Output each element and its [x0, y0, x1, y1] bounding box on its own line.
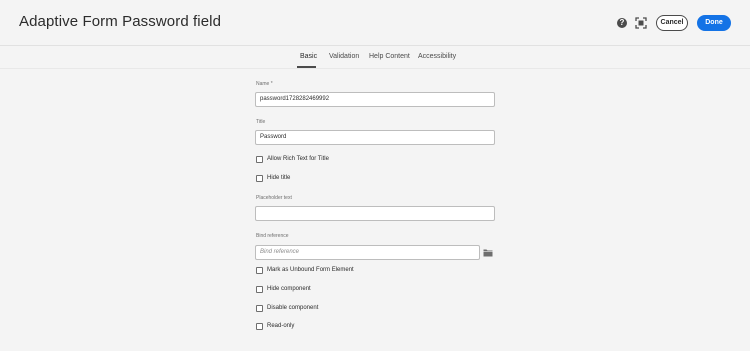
checkbox-label: Hide title — [267, 175, 291, 181]
cancel-button[interactable]: Cancel — [656, 15, 688, 31]
title-field[interactable]: Password — [255, 130, 495, 145]
checkbox-box[interactable] — [256, 267, 263, 274]
tab-bar: Basic Validation Help Content Accessibil… — [0, 46, 750, 68]
checkbox-label: Disable component — [267, 305, 319, 311]
tab-validation[interactable]: Validation — [329, 53, 359, 60]
checkbox-label: Allow Rich Text for Title — [267, 156, 329, 162]
tabs-divider — [0, 68, 750, 69]
placeholder-text-label: Placeholder text — [256, 195, 292, 201]
checkbox-box[interactable] — [256, 305, 263, 312]
done-button[interactable]: Done — [697, 15, 731, 31]
name-field[interactable]: password1728282469992 — [255, 92, 495, 107]
fullscreen-icon[interactable] — [635, 17, 647, 29]
checkbox-box[interactable] — [256, 175, 263, 182]
tab-basic[interactable]: Basic — [300, 53, 317, 60]
dialog-header: Adaptive Form Password field ? Cancel Do… — [0, 0, 750, 46]
name-label: Name * — [256, 81, 273, 87]
checkbox-box[interactable] — [256, 323, 263, 330]
checkbox-label: Mark as Unbound Form Element — [267, 267, 354, 273]
checkbox-label: Hide component — [267, 286, 311, 292]
checkbox-box[interactable] — [256, 156, 263, 163]
folder-icon[interactable] — [483, 248, 493, 257]
tab-accessibility[interactable]: Accessibility — [418, 53, 456, 60]
bind-reference-label: Bind reference — [256, 233, 289, 239]
help-icon[interactable]: ? — [617, 18, 627, 28]
checkbox-label: Read-only — [267, 323, 295, 329]
title-label: Title — [256, 119, 266, 125]
bind-reference-field[interactable]: Bind reference — [255, 245, 480, 260]
dialog-title: Adaptive Form Password field — [19, 13, 222, 30]
tab-help-content[interactable]: Help Content — [369, 53, 410, 60]
placeholder-text-field[interactable] — [255, 206, 495, 221]
checkbox-box[interactable] — [256, 286, 263, 293]
